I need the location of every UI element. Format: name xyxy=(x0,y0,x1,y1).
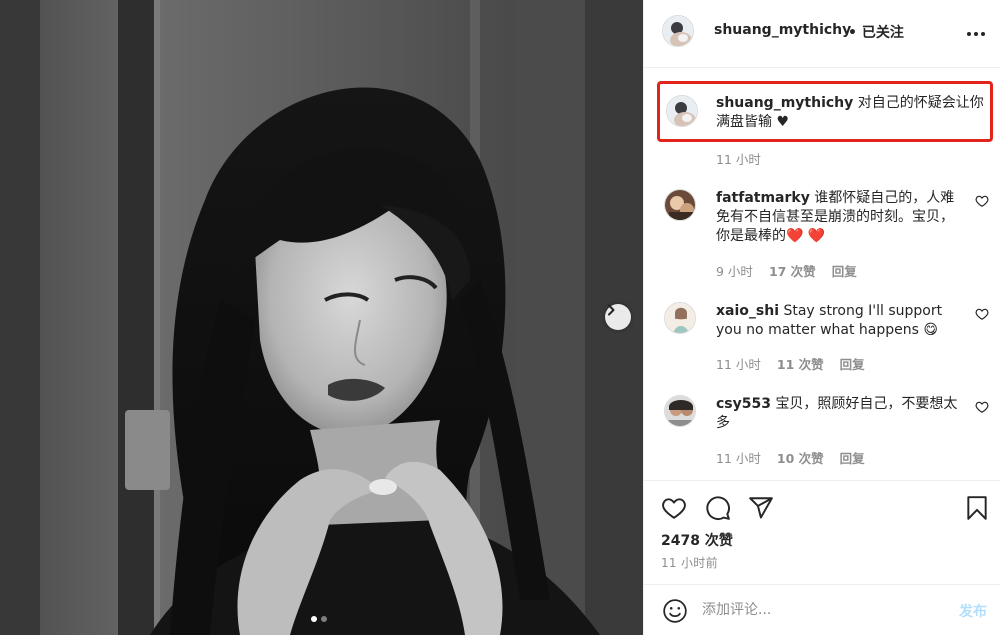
like-count[interactable]: 2478 次赞 xyxy=(661,530,733,550)
comment-username[interactable]: xaio_shi xyxy=(716,303,779,319)
comment-text-block: xaio_shi Stay strong I'll support you no… xyxy=(716,302,960,340)
commenter-avatar[interactable] xyxy=(664,395,696,427)
reply-button[interactable]: 回复 xyxy=(840,448,865,467)
author-avatar[interactable] xyxy=(662,15,694,47)
heart-outline-icon xyxy=(975,308,989,320)
carousel-dot xyxy=(321,616,327,622)
caption-meta: 11 小时 xyxy=(716,149,761,168)
comment-meta: 9 小时 17 次赞 回复 xyxy=(716,261,857,280)
add-comment-form: 发布 xyxy=(644,584,1000,635)
emoji-button[interactable] xyxy=(662,598,688,624)
comment-meta: 11 小时 10 次赞 回复 xyxy=(716,448,865,467)
commenter-avatar[interactable] xyxy=(664,302,696,334)
comment-time[interactable]: 11 小时 xyxy=(716,448,761,467)
caption-time[interactable]: 11 小时 xyxy=(716,149,761,168)
reply-button[interactable]: 回复 xyxy=(840,354,865,373)
comment-likes[interactable]: 17 次赞 xyxy=(769,261,816,280)
heart-icon xyxy=(662,498,686,519)
more-options-button[interactable] xyxy=(965,24,987,44)
more-horizontal-icon xyxy=(967,32,985,36)
like-comment-button[interactable] xyxy=(975,194,989,208)
save-button[interactable] xyxy=(964,495,990,521)
comment-icon xyxy=(706,496,730,520)
photo-image xyxy=(0,0,643,635)
comment-button[interactable] xyxy=(705,495,731,521)
post-photo[interactable] xyxy=(0,0,643,635)
follow-status[interactable]: • 已关注 xyxy=(848,22,904,42)
carousel-dot-active xyxy=(311,616,317,622)
comments-list[interactable]: shuang_mythichy 对自己的怀疑会让你满盘皆输 ♥ 11 小时 fa… xyxy=(644,69,1000,480)
comment-likes[interactable]: 11 次赞 xyxy=(777,354,824,373)
comment-meta: 11 小时 11 次赞 回复 xyxy=(716,354,865,373)
post-actions: 2478 次赞 11 小时前 xyxy=(644,480,1000,584)
post-details-panel: shuang_mythichy • 已关注 shuang_mythichy 对自… xyxy=(643,0,1000,635)
post-caption: shuang_mythichy 对自己的怀疑会让你满盘皆输 ♥ xyxy=(657,81,993,142)
author-username[interactable]: shuang_mythichy xyxy=(714,22,851,38)
like-button[interactable] xyxy=(661,495,687,521)
like-comment-button[interactable] xyxy=(975,307,989,321)
caption-username[interactable]: shuang_mythichy xyxy=(716,95,853,111)
comment-username[interactable]: csy553 xyxy=(716,396,771,412)
post-timestamp[interactable]: 11 小时前 xyxy=(661,554,718,571)
post-header: shuang_mythichy • 已关注 xyxy=(644,0,1000,68)
caption-text-block: shuang_mythichy 对自己的怀疑会让你满盘皆输 ♥ xyxy=(716,94,988,132)
emoji-smile-icon xyxy=(663,599,687,623)
chevron-right-icon xyxy=(608,304,615,316)
reply-button[interactable]: 回复 xyxy=(832,261,857,280)
post-comment-button[interactable]: 发布 xyxy=(959,601,987,621)
comment-input[interactable] xyxy=(702,597,932,623)
send-icon xyxy=(749,497,773,519)
commenter-avatar[interactable] xyxy=(664,189,696,221)
bookmark-icon xyxy=(967,496,987,520)
comment-time[interactable]: 11 小时 xyxy=(716,354,761,373)
comment-text-block: csy553 宝贝，照顾好自己，不要想太多 xyxy=(716,395,960,433)
comment-time[interactable]: 9 小时 xyxy=(716,261,753,280)
comment-likes[interactable]: 10 次赞 xyxy=(777,448,824,467)
comment-username[interactable]: fatfatmarky xyxy=(716,190,810,206)
carousel-indicator xyxy=(311,616,327,622)
next-photo-button[interactable] xyxy=(605,304,631,330)
like-comment-button[interactable] xyxy=(975,400,989,414)
heart-outline-icon xyxy=(975,195,989,207)
caption-author-avatar[interactable] xyxy=(666,95,698,127)
share-button[interactable] xyxy=(748,495,774,521)
heart-outline-icon xyxy=(975,401,989,413)
comment-text-block: fatfatmarky 谁都怀疑自己的，人难免有不自信甚至是崩溃的时刻。宝贝，你… xyxy=(716,189,960,246)
